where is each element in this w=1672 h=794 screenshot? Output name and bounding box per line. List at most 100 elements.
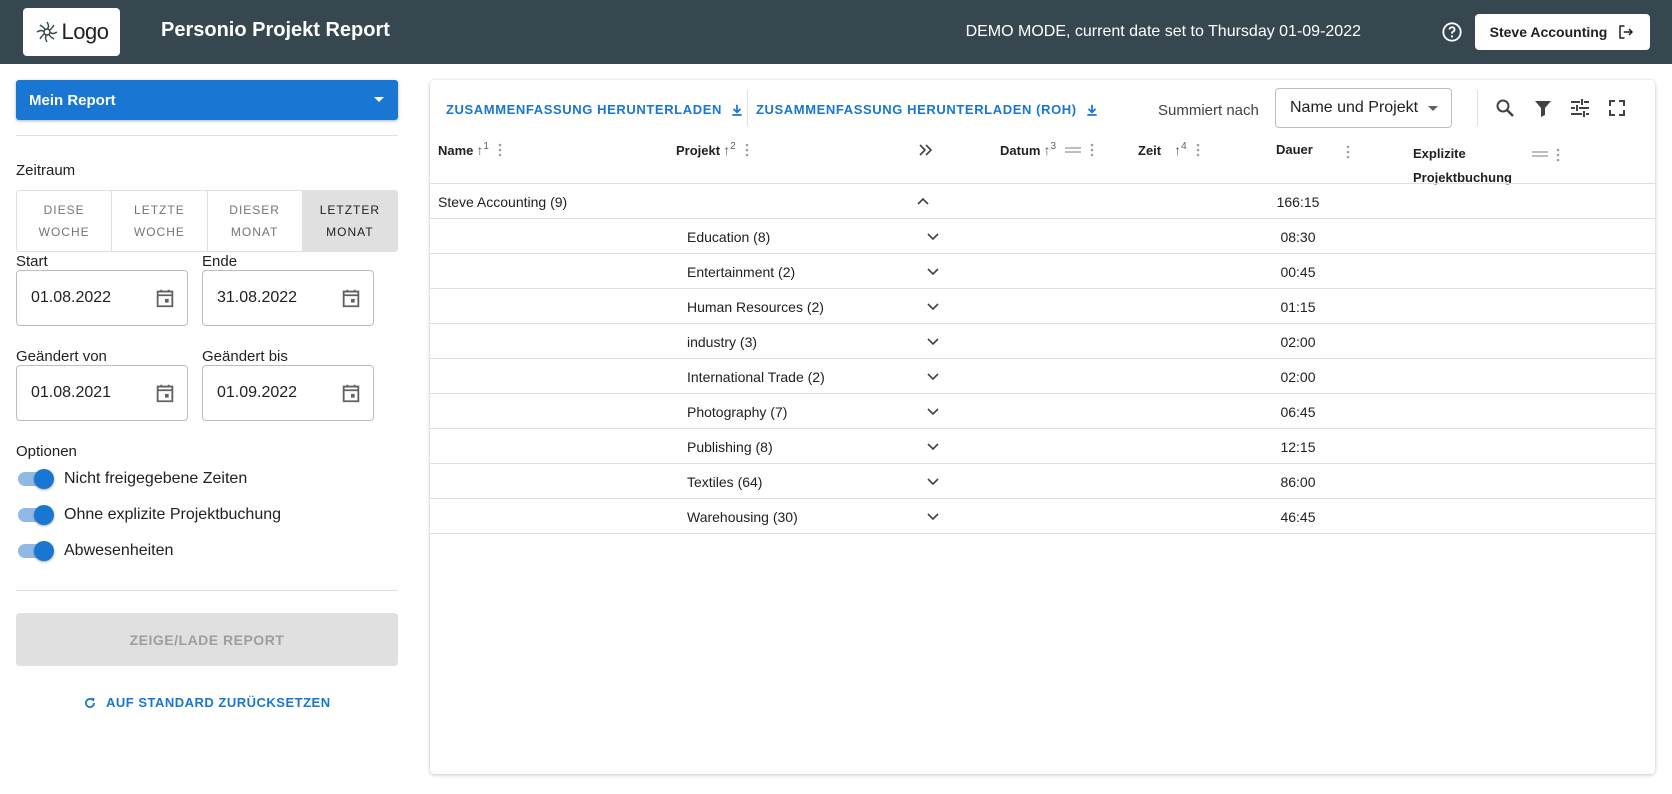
col-datum-label: Datum (1000, 142, 1041, 158)
reset-label: AUF STANDARD ZURÜCKSETZEN (106, 695, 331, 710)
calendar-icon[interactable] (340, 287, 362, 309)
start-date-field[interactable]: 01.08.2022 (16, 270, 188, 326)
chevron-down-icon[interactable] (926, 439, 940, 453)
table-row[interactable]: industry (3) 02:00 (430, 324, 1655, 359)
col-name-label: Name (438, 142, 474, 158)
table-row[interactable]: International Trade (2) 02:00 (430, 359, 1655, 394)
column-menu-icon[interactable] (745, 143, 749, 157)
group-by-select[interactable]: Name und Projekt (1275, 88, 1452, 128)
toggle-ohne-projektbuchung[interactable] (16, 505, 54, 525)
optionen-label: Optionen (16, 443, 77, 460)
col-projekt-label: Projekt (676, 142, 721, 158)
zeitraum-line: LETZTE (134, 203, 185, 217)
logo[interactable]: Logo (23, 8, 120, 56)
download-summary-label: ZUSAMMENFASSUNG HERUNTERLADEN (446, 102, 722, 117)
filter-icon[interactable] (1531, 96, 1555, 120)
zeitraum-letzte-woche[interactable]: LETZTE WOCHE (112, 191, 208, 251)
calendar-icon[interactable] (154, 287, 176, 309)
show-report-button[interactable]: ZEIGE/LADE REPORT (16, 613, 398, 666)
chevron-down-icon[interactable] (926, 404, 940, 418)
table-row[interactable]: Education (8) 08:30 (430, 219, 1655, 254)
fullscreen-icon[interactable] (1605, 96, 1629, 120)
ende-label: Ende (202, 253, 238, 270)
zeitraum-dieser-monat[interactable]: DIESER MONAT (208, 191, 303, 251)
chevron-down-icon[interactable] (926, 334, 940, 348)
sort-order: 3 (1050, 141, 1057, 152)
column-menu-icon[interactable] (1196, 143, 1200, 157)
sort-up-icon[interactable]: ↑3 (1043, 141, 1057, 158)
zeitraum-line: MONAT (230, 225, 279, 239)
group-row[interactable]: Steve Accounting (9) 166:15 (430, 184, 1655, 219)
calendar-icon[interactable] (340, 382, 362, 404)
report-select[interactable]: Mein Report (16, 80, 398, 120)
chevron-down-icon[interactable] (926, 299, 940, 313)
changed-from-value: 01.08.2021 (31, 384, 112, 401)
toggle-abwesenheiten[interactable] (16, 541, 54, 561)
sort-up-icon[interactable]: ↑2 (723, 141, 736, 158)
chevron-down-icon[interactable] (926, 474, 940, 488)
calendar-icon[interactable] (154, 382, 176, 404)
row-projekt: Publishing (8) (687, 439, 773, 455)
expand-all-icon[interactable] (918, 143, 934, 157)
table-row[interactable]: Photography (7) 06:45 (430, 394, 1655, 429)
zeitraum-diese-woche[interactable]: DIESE WOCHE (17, 191, 113, 251)
table-row[interactable]: Publishing (8) 12:15 (430, 429, 1655, 464)
report-panel: ZUSAMMENFASSUNG HERUNTERLADEN ZUSAMMENFA… (430, 80, 1655, 774)
chevron-up-icon[interactable] (916, 194, 930, 208)
row-projekt: Entertainment (2) (687, 264, 796, 280)
toggle-nicht-freigegeben[interactable] (16, 469, 54, 489)
chevron-down-icon[interactable] (926, 369, 940, 383)
app-header: Logo Personio Projekt Report DEMO MODE, … (0, 0, 1672, 64)
download-raw-summary-button[interactable]: ZUSAMMENFASSUNG HERUNTERLADEN (ROH) (756, 102, 1099, 117)
changed-from-date-field[interactable]: 01.08.2021 (16, 365, 188, 421)
row-projekt: Education (8) (687, 229, 771, 245)
row-projekt: International Trade (2) (687, 369, 825, 385)
help-icon[interactable] (1441, 21, 1463, 43)
table-row[interactable]: Textiles (64) 86:00 (430, 464, 1655, 499)
user-logout-button[interactable]: Steve Accounting (1475, 14, 1650, 50)
col-header-datum[interactable]: Datum ↑3 (1000, 141, 1094, 158)
drag-handle-icon[interactable] (1532, 151, 1548, 157)
sort-up-icon[interactable]: ↑1 (476, 141, 489, 158)
option-row: Abwesenheiten (16, 541, 173, 561)
chevron-down-icon[interactable] (926, 509, 940, 523)
sort-up-icon[interactable]: ↑4 (1174, 141, 1187, 158)
row-projekt: Photography (7) (687, 404, 788, 420)
row-projekt: industry (3) (687, 334, 758, 350)
column-menu-icon[interactable] (1346, 145, 1350, 159)
option-row: Ohne explizite Projektbuchung (16, 505, 281, 525)
reset-to-default-link[interactable]: AUF STANDARD ZURÜCKSETZEN (83, 695, 331, 710)
toolbar-divider (1477, 90, 1478, 126)
download-raw-label: ZUSAMMENFASSUNG HERUNTERLADEN (ROH) (756, 102, 1077, 117)
row-dauer: 06:45 (1280, 404, 1316, 420)
toolbar-divider (747, 90, 748, 126)
zeitraum-letzter-monat[interactable]: LETZTER MONAT (302, 191, 397, 251)
toggle-thumb (34, 505, 54, 525)
download-summary-button[interactable]: ZUSAMMENFASSUNG HERUNTERLADEN (446, 102, 744, 117)
user-name: Steve Accounting (1489, 24, 1608, 40)
logout-icon (1619, 25, 1634, 39)
end-date-field[interactable]: 31.08.2022 (202, 270, 374, 326)
tune-icon[interactable] (1568, 96, 1592, 120)
table-row[interactable]: Entertainment (2) 00:45 (430, 254, 1655, 289)
chevron-down-icon[interactable] (926, 264, 940, 278)
zeitraum-line: WOCHE (38, 225, 90, 239)
col-header-dauer[interactable]: Dauer (1276, 142, 1313, 157)
column-menu-icon[interactable] (498, 143, 502, 157)
chevron-down-icon[interactable] (926, 229, 940, 243)
search-icon[interactable] (1493, 96, 1517, 120)
table-row[interactable]: Human Resources (2) 01:15 (430, 289, 1655, 324)
column-menu-icon[interactable] (1556, 148, 1560, 162)
changed-to-date-field[interactable]: 01.09.2022 (202, 365, 374, 421)
sort-order: 1 (483, 141, 489, 152)
group-by-value: Name und Projekt (1290, 99, 1419, 116)
zeitraum-line: WOCHE (133, 225, 185, 239)
table-row[interactable]: Warehousing (30) 46:45 (430, 499, 1655, 534)
col-header-zeit[interactable]: Zeit ↑4 (1138, 141, 1200, 158)
zeitraum-line: DIESER (229, 203, 280, 217)
col-header-name[interactable]: Name ↑1 (438, 141, 502, 158)
column-menu-icon[interactable] (1090, 143, 1094, 157)
drag-handle-icon[interactable] (1065, 147, 1082, 153)
col-header-projekt[interactable]: Projekt ↑2 (676, 141, 749, 158)
row-projekt: Human Resources (2) (687, 299, 824, 315)
